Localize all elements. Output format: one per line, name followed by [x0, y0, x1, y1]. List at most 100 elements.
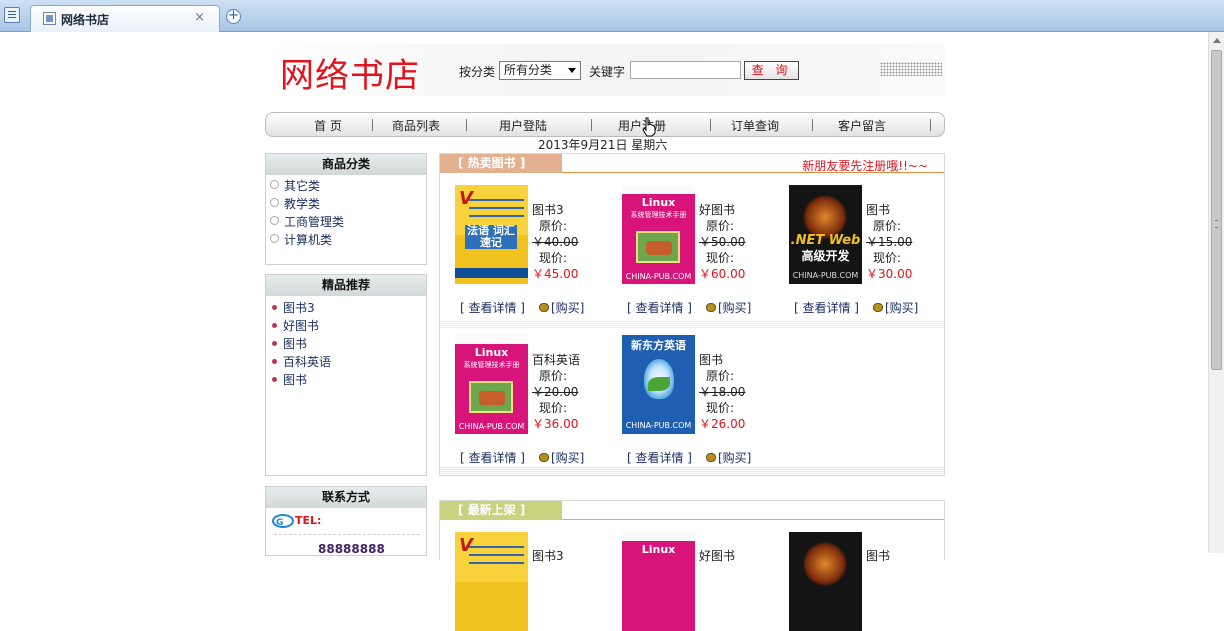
view-details-link[interactable]: [ 查看详情 ]: [627, 451, 692, 465]
book-actions: [ 查看详情 ] [购买]: [794, 299, 918, 316]
recommend-item[interactable]: 图书: [272, 335, 307, 352]
buy-link[interactable]: [购买]: [885, 301, 918, 315]
radio-icon: [270, 198, 279, 207]
book-title[interactable]: 图书: [699, 352, 779, 368]
browser-tab-bar: 网络书店 × +: [0, 0, 1224, 32]
original-price-label: 原价:: [706, 369, 735, 383]
categories-title: 商品分类: [266, 154, 426, 175]
book-title[interactable]: 好图书: [699, 202, 779, 218]
query-button[interactable]: 查 询: [744, 61, 799, 80]
current-price-label: 现价:: [873, 251, 902, 265]
book-actions: [ 查看详情 ] [购买]: [460, 449, 584, 466]
scrollbar-thumb[interactable]: [1211, 50, 1222, 370]
buy-link[interactable]: [购买]: [718, 301, 751, 315]
original-price: ￥18.00: [699, 385, 746, 399]
original-price-label: 原价:: [873, 219, 902, 233]
current-price-label: 现价:: [539, 251, 568, 265]
contact-divider: [274, 534, 420, 535]
book-title[interactable]: 图书3: [532, 548, 612, 564]
new-tab-button[interactable]: +: [226, 9, 241, 24]
book-cover[interactable]: Linux: [622, 532, 695, 631]
nav-divider: [372, 119, 373, 131]
hot-books-section: [ 热卖图书 ] 新朋友要先注册哦!!~~ V 法语 词汇速记 图书3 原价: …: [439, 153, 945, 476]
contact-panel: 联系方式 G TEL: 88888888: [265, 486, 427, 556]
nav-messages[interactable]: 客户留言: [828, 117, 896, 134]
current-price-label: 现价:: [706, 251, 735, 265]
original-price: ￥40.00: [532, 235, 579, 249]
register-notice[interactable]: 新朋友要先注册哦!!~~: [802, 157, 928, 174]
book-cover[interactable]: V 法语 词汇速记: [455, 185, 528, 284]
book-info: 图书 原价: ￥15.00 现价: ￥30.00: [866, 202, 946, 282]
book-title[interactable]: 百科英语: [532, 352, 612, 368]
keyword-input[interactable]: [630, 61, 741, 79]
close-tab-icon[interactable]: ×: [194, 10, 205, 25]
book-title[interactable]: 图书3: [532, 202, 612, 218]
bullet-icon: [272, 305, 277, 310]
chevron-down-icon: [568, 68, 576, 73]
category-item[interactable]: 工商管理类: [270, 213, 344, 230]
view-details-link[interactable]: [ 查看详情 ]: [627, 301, 692, 315]
tel-number: 88888888: [318, 542, 385, 556]
current-price-label: 现价:: [706, 401, 735, 415]
keyword-label: 关键字: [589, 65, 626, 79]
radio-icon: [270, 216, 279, 225]
book-info: 图书: [866, 548, 946, 564]
book-actions: [ 查看详情 ] [购买]: [627, 449, 751, 466]
book-info: 好图书 原价: ￥50.00 现价: ￥60.00: [699, 202, 779, 282]
bullet-icon: [272, 323, 277, 328]
book-info: 图书3 原价: ￥40.00 现价: ￥45.00: [532, 202, 612, 282]
nav-orders[interactable]: 订单查询: [720, 117, 790, 134]
current-price: ￥26.00: [699, 417, 746, 431]
nav-divider: [710, 119, 711, 131]
recommend-item[interactable]: 图书: [272, 371, 307, 388]
book-info: 图书3: [532, 548, 612, 564]
nav-divider: [812, 119, 813, 131]
book-cover[interactable]: Linux 系统管理技术手册 CHINA-PUB.COM: [622, 185, 695, 284]
categories-panel: 商品分类 其它类 教学类 工商管理类 计算机类: [265, 153, 427, 265]
nav-divider: [591, 119, 592, 131]
bullet-icon: [272, 359, 277, 364]
hand-cursor-icon: [642, 117, 656, 137]
category-select[interactable]: 所有分类: [499, 61, 581, 80]
scroll-up-icon[interactable]: [1213, 38, 1221, 43]
recommend-item[interactable]: 图书3: [272, 299, 315, 316]
browser-menu-icon[interactable]: [4, 7, 20, 23]
phone-logo-icon: G: [272, 514, 294, 528]
recommend-item[interactable]: 好图书: [272, 317, 319, 334]
view-details-link[interactable]: [ 查看详情 ]: [460, 301, 525, 315]
coins-icon: [539, 453, 549, 462]
book-title[interactable]: 图书: [866, 548, 946, 564]
view-details-link[interactable]: [ 查看详情 ]: [794, 301, 859, 315]
buy-link[interactable]: [购买]: [551, 451, 584, 465]
original-price: ￥50.00: [699, 235, 746, 249]
recommend-item[interactable]: 百科英语: [272, 353, 331, 370]
book-actions: [ 查看详情 ] [购买]: [627, 299, 751, 316]
book-title[interactable]: 图书: [866, 202, 946, 218]
buy-link[interactable]: [购买]: [551, 301, 584, 315]
site-logo[interactable]: 网络书店: [280, 48, 420, 97]
book-cover[interactable]: Linux 系统管理技术手册 CHINA-PUB.COM: [455, 335, 528, 434]
book-cover[interactable]: .NET Web 高级开发 CHINA-PUB.COM: [789, 185, 862, 284]
site-header: 网络书店 按分类 所有分类 关键字 查 询: [265, 44, 945, 96]
category-item[interactable]: 其它类: [270, 177, 320, 194]
book-info: 好图书: [699, 548, 779, 564]
book-actions: [ 查看详情 ] [购买]: [460, 299, 584, 316]
nav-login[interactable]: 用户登陆: [488, 117, 558, 134]
book-cover[interactable]: V: [455, 532, 528, 631]
nav-products[interactable]: 商品列表: [383, 117, 449, 134]
buy-link[interactable]: [购买]: [718, 451, 751, 465]
coins-icon: [706, 453, 716, 462]
book-title[interactable]: 好图书: [699, 548, 779, 564]
radio-icon: [270, 234, 279, 243]
view-details-link[interactable]: [ 查看详情 ]: [460, 451, 525, 465]
browser-tab[interactable]: 网络书店 ×: [30, 5, 220, 32]
category-item[interactable]: 计算机类: [270, 231, 332, 248]
book-cover[interactable]: 新东方英语 CHINA-PUB.COM: [622, 335, 695, 434]
nav-divider: [466, 119, 467, 131]
coins-icon: [873, 303, 883, 312]
book-cover[interactable]: [789, 532, 862, 631]
header-decoration: [880, 62, 942, 76]
nav-home[interactable]: 首 页: [296, 117, 360, 134]
category-item[interactable]: 教学类: [270, 195, 320, 212]
page-scrollbar[interactable]: [1208, 32, 1224, 553]
